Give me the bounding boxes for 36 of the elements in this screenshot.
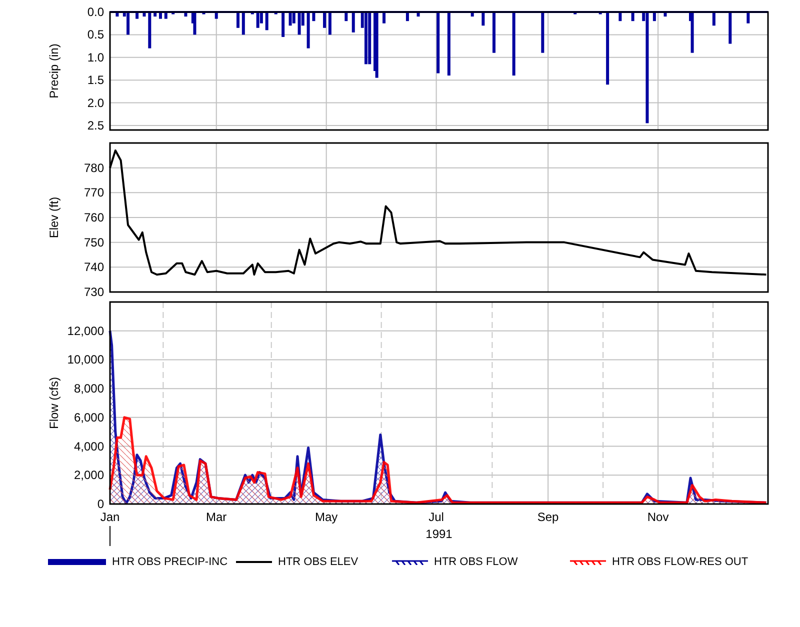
tick-label: 2.0	[87, 96, 104, 110]
tick-label: 780	[84, 160, 104, 175]
tick-label: 730	[84, 285, 104, 299]
tick-label: 2,000	[74, 468, 104, 482]
tick-label: 12,000	[67, 324, 104, 338]
axis-title: Elev (ft)	[47, 196, 61, 238]
legend-hatched-line-icon	[570, 560, 606, 564]
tick-label: 0	[97, 497, 104, 511]
tick-label: 740	[84, 260, 104, 274]
tick-label: Jul	[428, 510, 444, 524]
axis-title: Flow (cfs)	[47, 377, 61, 429]
tick-label: 760	[84, 210, 104, 224]
tick-label: 770	[84, 186, 104, 200]
legend-label: HTR OBS PRECIP-INC	[112, 554, 228, 570]
tick-label: May	[315, 510, 338, 524]
tick-label: 8,000	[74, 382, 104, 396]
tick-label: 4,000	[74, 439, 104, 454]
tick-label: 2.5	[87, 118, 104, 132]
tick-label: 10,000	[67, 352, 104, 367]
legend-label: HTR OBS FLOW-RES OUT	[612, 554, 748, 570]
tick-label: Jan	[100, 510, 120, 524]
tick-label: Mar	[206, 510, 227, 524]
tick-label: 1.5	[87, 73, 104, 88]
legend-line-icon	[236, 561, 272, 563]
tick-label: 0.0	[87, 5, 104, 19]
tick-label: 1.0	[87, 50, 104, 64]
tick-label: Sep	[537, 510, 559, 524]
axis-title: 1991	[426, 527, 452, 541]
tick-label: 6,000	[74, 410, 104, 424]
legend-hatched-line-icon	[392, 560, 428, 564]
legend-label: HTR OBS FLOW	[434, 554, 518, 570]
tick-label: 750	[84, 235, 104, 250]
legend-label: HTR OBS ELEV	[278, 554, 358, 570]
axis-title: Precip (in)	[47, 44, 61, 98]
tick-label: 0.5	[87, 28, 104, 42]
tick-label: Nov	[647, 510, 669, 524]
